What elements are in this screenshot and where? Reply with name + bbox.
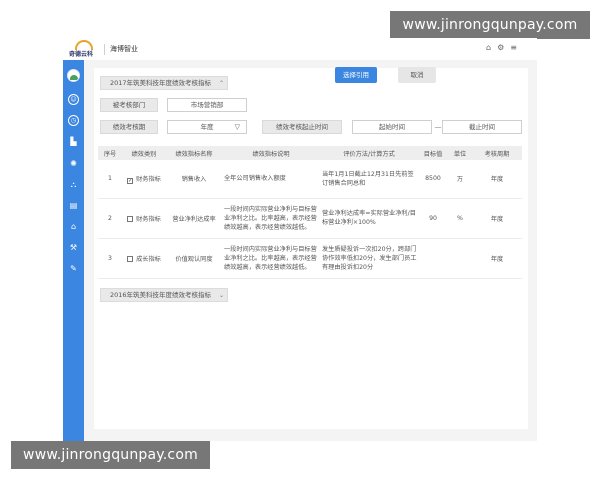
row-method: 发生质疑投诉一次扣20分，跨部门协作效率低扣20分，发生部门员工有理由投诉扣20… xyxy=(320,238,418,279)
table-row[interactable]: 1 ✓ 财务指标 销售收入 全年公司销售收入额度 当年1月1日截止12月31日先前… xyxy=(98,160,522,199)
period-value: 年度 xyxy=(200,123,214,131)
edit-icon[interactable]: ✎ xyxy=(68,263,79,274)
row-target: 90 xyxy=(418,198,448,239)
tools-icon[interactable]: ⚒ xyxy=(68,242,79,253)
table-row[interactable]: 3 成长指标 价值观认同度 一段时间内实际营业净利与目标营业净利之比。比率越高，… xyxy=(98,238,522,279)
row-cycle: 年度 xyxy=(472,160,522,199)
header-divider xyxy=(104,44,105,55)
row-no: 3 xyxy=(98,238,122,279)
section-2016-label: 2016年筑美科技年度绩效考核指标 xyxy=(110,291,212,299)
period-select[interactable]: 年度 ▽ xyxy=(167,120,247,134)
end-date-field[interactable]: 截止时间 xyxy=(442,120,522,134)
row-no: 2 xyxy=(98,198,122,239)
row-category: 财务指标 xyxy=(136,175,161,183)
row-checkbox[interactable] xyxy=(127,255,134,262)
cancel-button[interactable]: 取消 xyxy=(398,67,436,83)
period-label: 绩效考核期 xyxy=(100,120,158,134)
header-icons: ⌂ ⚙ ≡ xyxy=(486,43,517,52)
row-desc: 一段时间内实际营业净利与目标营业净利之比。比率越高，表示经营绩效越高，表示经营绩… xyxy=(222,198,320,239)
row-category-cell: ✓ 财务指标 xyxy=(122,160,166,199)
top-header: 奇德云科 海博智业 ⌂ ⚙ ≡ xyxy=(63,38,537,60)
row-method: 当年1月1日截止12月31日先前签订销售合同总和 xyxy=(320,160,418,199)
row-target xyxy=(418,238,448,279)
bank-icon[interactable]: ⌂ xyxy=(68,221,79,232)
row-name: 营业净利达成率 xyxy=(166,198,222,239)
org-chart-icon[interactable]: ⛬ xyxy=(68,179,79,190)
row-unit xyxy=(448,238,472,279)
row-unit: % xyxy=(448,198,472,239)
company-name: 海博智业 xyxy=(110,45,138,53)
row-cycle: 年度 xyxy=(472,238,522,279)
row-cycle: 年度 xyxy=(472,198,522,239)
row-category: 财务指标 xyxy=(136,215,161,223)
watermark-bottom: www.jinrongqunpay.com xyxy=(11,441,210,469)
col-desc: 绩效指标说明 xyxy=(222,146,320,160)
col-no: 序号 xyxy=(98,146,122,160)
row-category-cell: 财务指标 xyxy=(122,198,166,239)
books-icon[interactable]: ▤ xyxy=(68,200,79,211)
row-method: 营业净利达成率=实际营业净利/目标营业净利×100% xyxy=(320,198,418,239)
clock-icon[interactable]: ◷ xyxy=(68,115,79,126)
chevron-up-icon: ⌃ xyxy=(219,80,225,87)
kpi-table: 序号 绩效类别 绩效指标名称 绩效指标说明 评价方法/计算方式 目标值 单位 考… xyxy=(98,146,522,279)
gear-icon[interactable]: ⚙ xyxy=(497,43,504,52)
chevron-down-icon: ▽ xyxy=(234,123,240,131)
building-icon[interactable]: ▙ xyxy=(68,136,79,147)
col-unit: 单位 xyxy=(448,146,472,160)
dept-field[interactable]: 市场营销部 xyxy=(167,98,247,112)
row-checkbox[interactable]: ✓ xyxy=(127,177,134,184)
watermark-top: www.jinrongqunpay.com xyxy=(390,11,590,39)
row-category-cell: 成长指标 xyxy=(122,238,166,279)
row-target: 8500 xyxy=(418,160,448,199)
globe-icon[interactable]: ✺ xyxy=(68,158,79,169)
row-no: 1 xyxy=(98,160,122,199)
col-name: 绩效指标名称 xyxy=(166,146,222,160)
row-name: 销售收入 xyxy=(166,160,222,199)
menu-icon[interactable]: ≡ xyxy=(510,43,517,52)
row-category: 成长指标 xyxy=(136,255,161,263)
chevron-down-icon: ⌄ xyxy=(219,292,225,299)
table-header-row: 序号 绩效类别 绩效指标名称 绩效指标说明 评价方法/计算方式 目标值 单位 考… xyxy=(98,146,522,160)
col-target: 目标值 xyxy=(418,146,448,160)
logo-text: 奇德云科 xyxy=(69,51,94,58)
section-2016-toggle[interactable]: 2016年筑美科技年度绩效考核指标 ⌄ xyxy=(100,288,228,302)
sidebar: ☺ ◷ ▙ ✺ ⛬ ▤ ⌂ ⚒ ✎ xyxy=(63,60,84,441)
row-desc: 全年公司销售收入额度 xyxy=(222,160,320,199)
user-icon[interactable]: ☺ xyxy=(68,94,79,105)
col-cycle: 考核周期 xyxy=(472,146,522,160)
select-reference-button[interactable]: 选择引用 xyxy=(335,67,377,83)
row-unit: 万 xyxy=(448,160,472,199)
range-label: 绩效考核起止时间 xyxy=(262,120,342,134)
home-icon[interactable]: ⌂ xyxy=(486,43,491,52)
start-date-field[interactable]: 起始时间 xyxy=(352,120,432,134)
section-2017-label: 2017年筑美科技年度绩效考核指标 xyxy=(110,79,212,87)
row-desc: 一段时间内实际营业净利与目标营业净利之比。比率越高，表示经营绩效越高，表示经营绩… xyxy=(222,238,320,279)
col-category: 绩效类别 xyxy=(122,146,166,160)
col-method: 评价方法/计算方式 xyxy=(320,146,418,160)
section-2017-toggle[interactable]: 2017年筑美科技年度绩效考核指标 ⌃ xyxy=(100,76,228,90)
row-checkbox[interactable] xyxy=(127,215,134,222)
avatar[interactable] xyxy=(67,69,80,82)
dept-label: 被考核部门 xyxy=(100,98,158,112)
table-row[interactable]: 2 财务指标 营业净利达成率 一段时间内实际营业净利与目标营业净利之比。比率越高… xyxy=(98,198,522,239)
row-name: 价值观认同度 xyxy=(166,238,222,279)
date-range-separator: — xyxy=(434,123,442,131)
